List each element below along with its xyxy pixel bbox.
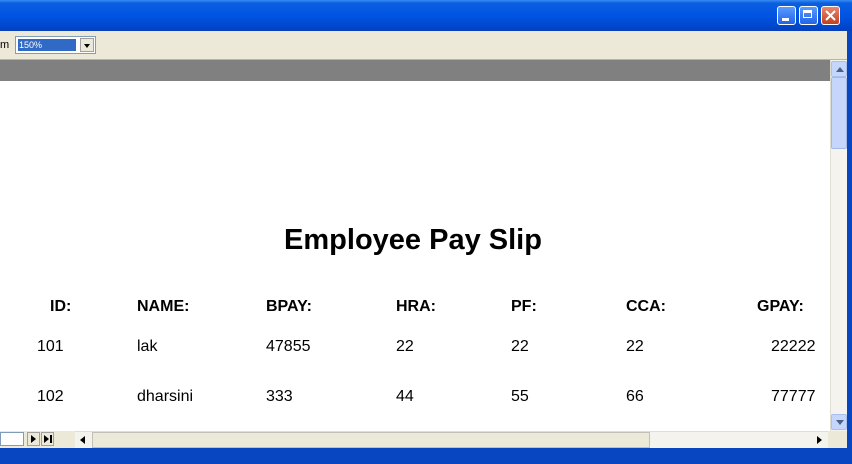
header-id: ID:	[50, 298, 72, 315]
header-hra: HRA:	[396, 298, 436, 315]
table-cell: 44	[396, 388, 414, 405]
table-cell: 102	[37, 388, 64, 405]
header-gpay: GPAY:	[757, 298, 804, 315]
horizontal-scroll-thumb[interactable]	[92, 432, 650, 448]
horizontal-scrollbar[interactable]	[75, 431, 828, 448]
header-name: NAME:	[137, 298, 190, 315]
table-cell: dharsini	[137, 388, 194, 405]
page-number-input[interactable]	[0, 432, 24, 446]
window-titlebar[interactable]	[0, 0, 852, 31]
window-frame-right	[847, 31, 852, 464]
table-cell: 47855	[266, 338, 311, 355]
zoom-label: m	[0, 39, 10, 51]
bottom-navigation-bar	[0, 431, 852, 448]
table-cell: lak	[137, 338, 158, 355]
zoom-select[interactable]: 150%	[15, 36, 96, 54]
table-cell: 55	[511, 388, 529, 405]
vertical-scroll-thumb[interactable]	[831, 77, 847, 149]
report-title: Employee Pay Slip	[284, 224, 542, 256]
report-header-band	[0, 60, 830, 81]
table-cell: 22	[511, 338, 529, 355]
zoom-value: 150%	[18, 39, 76, 51]
next-page-icon[interactable]	[27, 432, 40, 446]
report-page: Employee Pay Slip ID: NAME: BPAY: HRA: P…	[0, 81, 830, 431]
header-bpay: BPAY:	[266, 298, 312, 315]
scroll-left-icon[interactable]	[75, 432, 91, 448]
window-frame-bottom	[0, 448, 852, 464]
maximize-icon[interactable]	[799, 6, 818, 25]
table-cell: 66	[626, 388, 644, 405]
table-cell: 22	[396, 338, 414, 355]
header-cca: CCA:	[626, 298, 666, 315]
vertical-scrollbar[interactable]	[830, 60, 847, 431]
scroll-up-icon[interactable]	[831, 61, 847, 77]
header-pf: PF:	[511, 298, 537, 315]
table-cell: 333	[266, 388, 293, 405]
table-cell: 22222	[771, 338, 816, 355]
close-icon[interactable]	[821, 6, 840, 25]
scroll-down-icon[interactable]	[831, 414, 847, 430]
table-cell: 77777	[771, 388, 816, 405]
scroll-right-icon[interactable]	[811, 432, 827, 448]
table-cell: 22	[626, 338, 644, 355]
report-toolbar: m 150%	[0, 31, 852, 60]
dropdown-arrow-icon[interactable]	[80, 38, 94, 52]
last-page-icon[interactable]	[41, 432, 54, 446]
minimize-icon[interactable]	[777, 6, 796, 25]
table-cell: 101	[37, 338, 64, 355]
